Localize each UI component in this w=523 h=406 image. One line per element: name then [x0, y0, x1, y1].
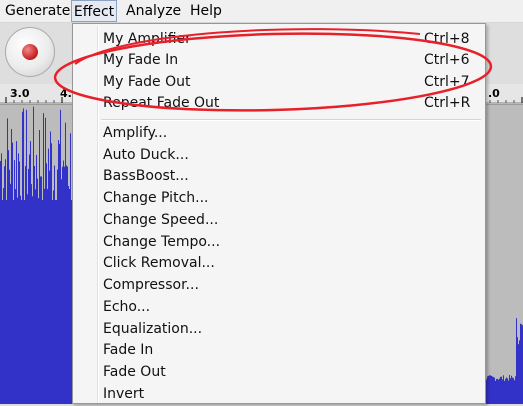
menu-item-label: Compressor... — [103, 277, 199, 293]
menu-bar: Generate Effect Analyze Help — [0, 0, 523, 23]
menu-item-label: My Fade In — [103, 52, 179, 68]
menu-item-repeat-fade-out[interactable]: Repeat Fade Out Ctrl+R — [73, 94, 485, 115]
menu-item-shortcut: Ctrl+8 — [424, 31, 470, 47]
menu-item-compressor[interactable]: Compressor... — [73, 276, 485, 297]
menu-item-invert[interactable]: Invert — [73, 385, 485, 406]
menu-item-label: Repeat Fade Out — [103, 95, 220, 111]
menu-item-label: Change Speed... — [103, 212, 219, 228]
menu-item-change-pitch[interactable]: Change Pitch... — [73, 189, 485, 210]
menu-item-amplify[interactable]: Amplify... — [73, 124, 485, 145]
record-icon — [22, 44, 38, 60]
menu-help[interactable]: Help — [190, 0, 222, 22]
menu-item-label: My Amplifier — [103, 31, 191, 47]
menu-item-label: Change Pitch... — [103, 190, 209, 206]
menu-item-label: Invert — [103, 386, 145, 402]
menu-item-shortcut: Ctrl+6 — [424, 52, 470, 68]
menu-item-label: Auto Duck... — [103, 147, 189, 163]
effect-menu: My Amplifier Ctrl+8 My Fade In Ctrl+6 My… — [72, 23, 486, 404]
menu-item-label: Amplify... — [103, 125, 168, 141]
menu-item-shortcut: Ctrl+R — [424, 95, 471, 111]
menu-item-change-speed[interactable]: Change Speed... — [73, 211, 485, 232]
menu-item-label: My Fade Out — [103, 74, 191, 90]
menu-item-my-fade-out[interactable]: My Fade Out Ctrl+7 — [73, 73, 485, 94]
menu-item-echo[interactable]: Echo... — [73, 298, 485, 319]
menu-item-shortcut: Ctrl+7 — [424, 74, 470, 90]
menu-analyze[interactable]: Analyze — [126, 0, 181, 22]
menu-item-fade-out[interactable]: Fade Out — [73, 363, 485, 384]
menu-item-bassboost[interactable]: BassBoost... — [73, 167, 485, 188]
menu-item-click-removal[interactable]: Click Removal... — [73, 254, 485, 275]
ruler-label: .0 — [488, 87, 500, 100]
menu-item-label: Click Removal... — [103, 255, 215, 271]
menu-separator — [101, 119, 481, 121]
menu-item-label: Echo... — [103, 299, 151, 315]
menu-item-my-fade-in[interactable]: My Fade In Ctrl+6 — [73, 51, 485, 72]
menu-generate[interactable]: Generate — [5, 0, 70, 22]
record-button[interactable] — [5, 27, 55, 77]
menu-item-fade-in[interactable]: Fade In — [73, 341, 485, 362]
menu-item-auto-duck[interactable]: Auto Duck... — [73, 146, 485, 167]
menu-item-label: Fade In — [103, 342, 154, 358]
menu-item-my-amplifier[interactable]: My Amplifier Ctrl+8 — [73, 30, 485, 51]
menu-item-label: Change Tempo... — [103, 234, 221, 250]
menu-item-label: BassBoost... — [103, 168, 189, 184]
menu-effect[interactable]: Effect — [71, 0, 117, 22]
menu-item-label: Equalization... — [103, 321, 203, 337]
menu-item-equalization[interactable]: Equalization... — [73, 320, 485, 341]
menu-item-change-tempo[interactable]: Change Tempo... — [73, 233, 485, 254]
ruler-label: 3.0 — [10, 87, 30, 100]
ruler-label: 4. — [60, 87, 72, 100]
menu-item-label: Fade Out — [103, 364, 166, 380]
